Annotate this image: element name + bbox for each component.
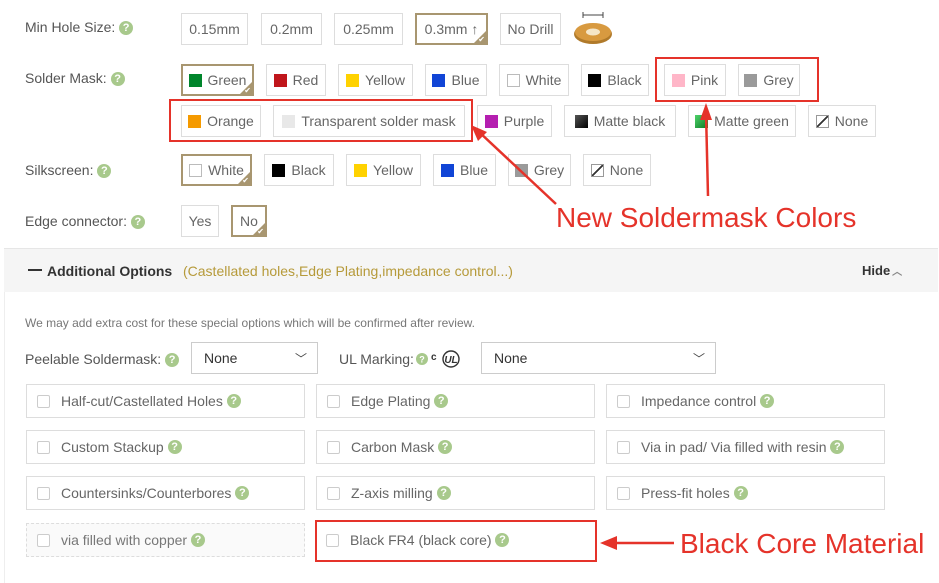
check-icon: ✔: [244, 86, 251, 95]
arrow-to-black-fr4-icon: [600, 536, 674, 550]
arrow-to-pink-grey-icon: [700, 103, 712, 197]
annotation-new-soldermask-colors: New Soldermask Colors: [556, 202, 857, 233]
check-icon: ✔: [242, 176, 249, 185]
annotation-black-core-material: Black Core Material: [680, 528, 925, 559]
annotation-arrows: [471, 103, 712, 550]
arrow-to-orange-transparent-icon: [471, 125, 557, 205]
check-icon: ✔: [257, 227, 264, 236]
check-icon: ✔: [478, 35, 485, 44]
